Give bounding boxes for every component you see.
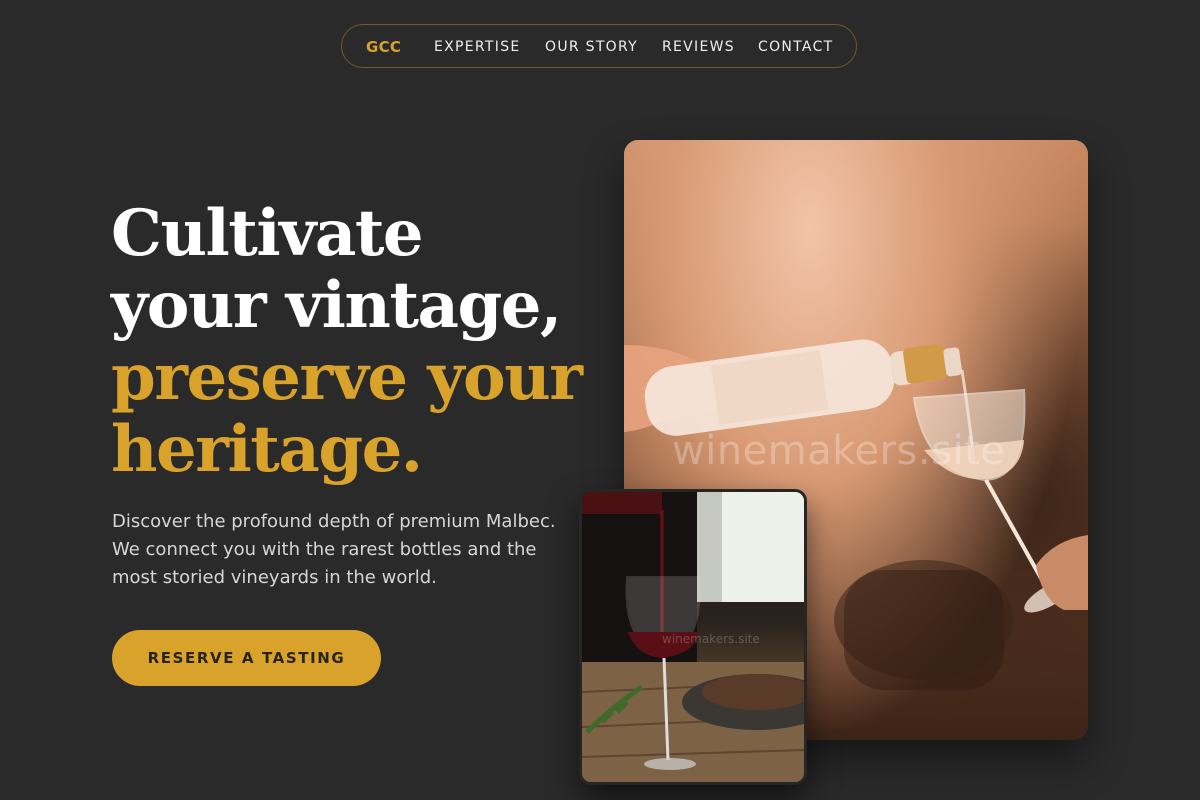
hero-secondary-photo: winemakers.site (579, 489, 807, 785)
landing-page: GCC EXPERTISE OUR STORY REVIEWS CONTACT … (0, 0, 1200, 800)
hero-description: Discover the profound depth of premium M… (112, 511, 556, 588)
hero-headline: Cultivate your vintage, preserve your he… (111, 196, 583, 487)
nav-link-reviews[interactable]: REVIEWS (662, 39, 735, 55)
nav-link-our-story[interactable]: OUR STORY (545, 39, 638, 55)
headline-line-2: your vintage, (111, 268, 562, 343)
logo[interactable]: GCC (366, 38, 401, 56)
headline-line-3: preserve your (111, 340, 583, 415)
image-watermark: winemakers.site (672, 428, 1006, 474)
image-watermark-small: winemakers.site (662, 632, 760, 646)
headline-line-4: heritage. (111, 412, 423, 487)
reserve-tasting-button[interactable]: RESERVE A TASTING (112, 630, 381, 686)
nav-link-expertise[interactable]: EXPERTISE (434, 39, 521, 55)
top-nav: GCC EXPERTISE OUR STORY REVIEWS CONTACT (341, 24, 857, 68)
headline-line-1: Cultivate (111, 196, 424, 271)
nav-link-contact[interactable]: CONTACT (758, 39, 834, 55)
